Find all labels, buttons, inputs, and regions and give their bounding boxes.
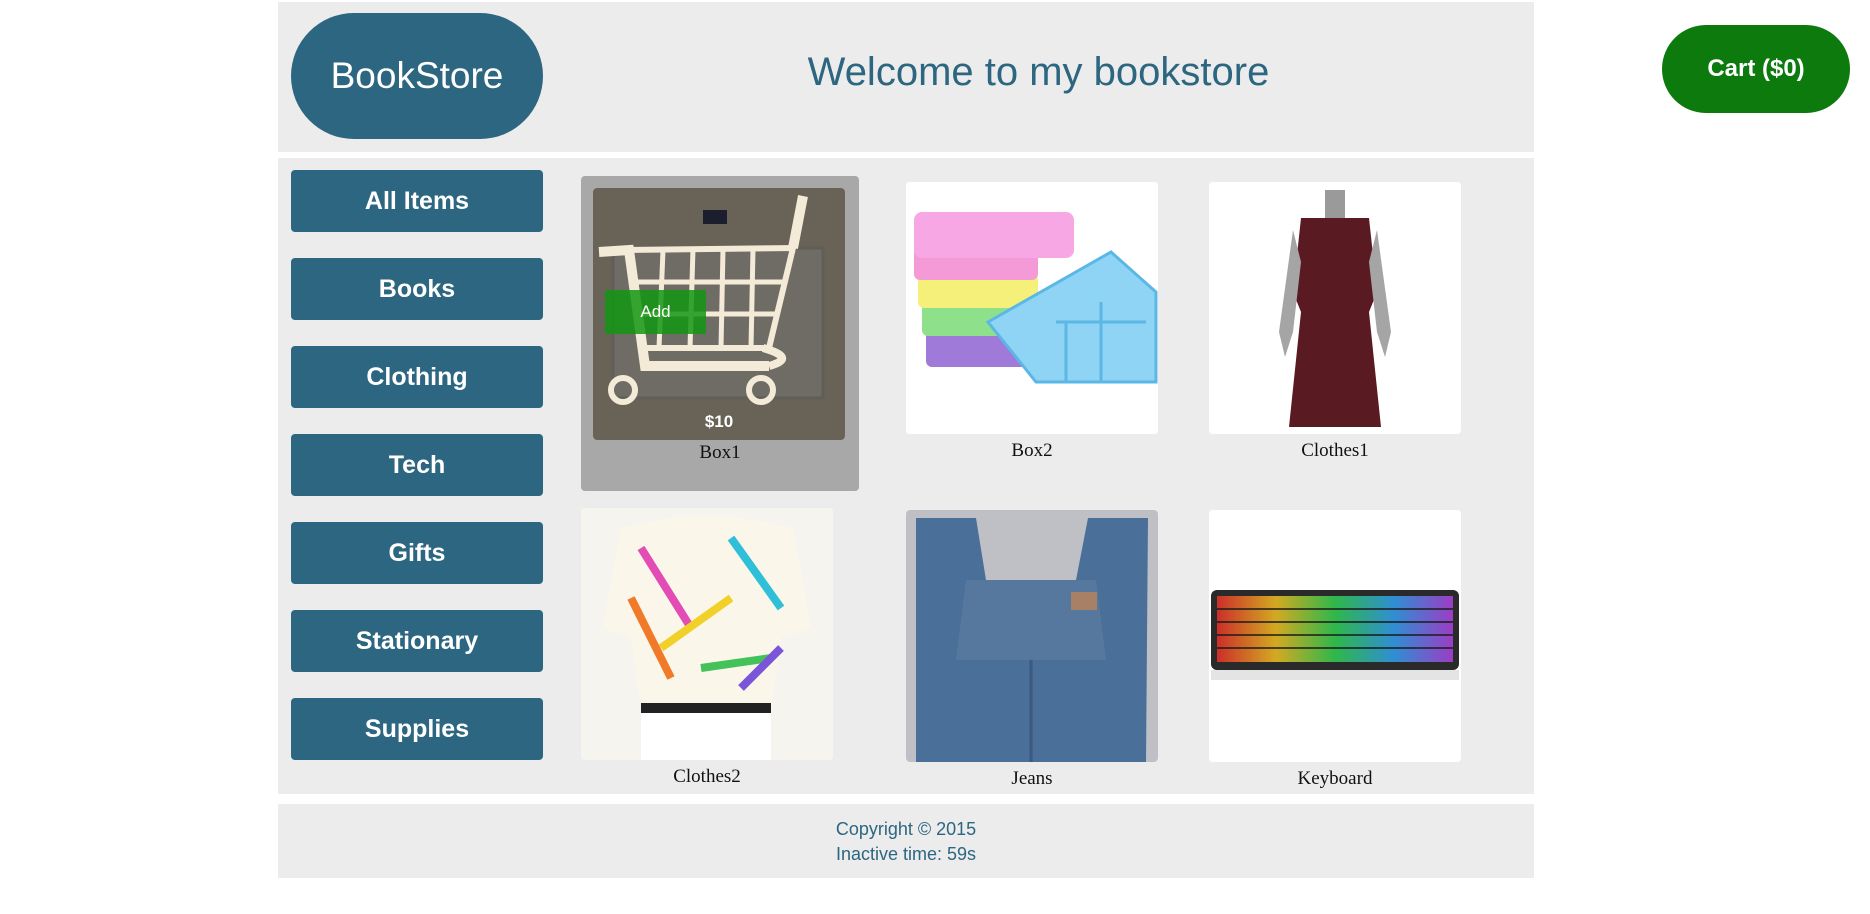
category-button-gifts[interactable]: Gifts (291, 522, 543, 584)
product-name: Clothes1 (1301, 440, 1369, 461)
product-name: Box2 (1011, 440, 1053, 461)
inactive-time-text: Inactive time: 59s (835, 844, 977, 864)
product-card-jeans[interactable]: Jeans (906, 510, 1158, 790)
logo[interactable]: BookStore (291, 13, 543, 139)
category-button-clothing[interactable]: Clothing (291, 346, 543, 408)
product-price: $10 (704, 412, 734, 431)
product-image-box1: Add $10 (593, 188, 845, 440)
product-image-clothes1 (1209, 182, 1461, 434)
box-image (906, 182, 1158, 434)
header: BookStore Welcome to my bookstore (278, 2, 1534, 152)
copyright-text: Copyright © 2015 (835, 819, 977, 839)
dress-image (1209, 182, 1461, 434)
product-name: Box1 (699, 442, 741, 463)
category-button-supplies[interactable]: Supplies (291, 698, 543, 760)
footer: Copyright © 2015 Inactive time: 59s (278, 804, 1534, 878)
product-card-box2[interactable]: Box2 (906, 182, 1158, 462)
product-image-box2 (906, 182, 1158, 434)
jeans-image (906, 510, 1158, 762)
product-overlay: Add $10 (593, 188, 845, 440)
product-image-keyboard (1209, 510, 1461, 762)
product-image-jeans (906, 510, 1158, 762)
keyboard-image (1209, 510, 1461, 762)
cart-button[interactable]: Cart ($0) (1662, 25, 1850, 113)
product-card-box1[interactable]: Add $10 Box1 (581, 176, 859, 491)
category-button-tech[interactable]: Tech (291, 434, 543, 496)
product-card-keyboard[interactable]: Keyboard (1209, 510, 1461, 790)
product-card-clothes1[interactable]: Clothes1 (1209, 182, 1461, 462)
product-name: Clothes2 (673, 766, 741, 787)
product-name: Keyboard (1297, 768, 1373, 789)
main-content: All Items Books Clothing Tech Gifts Stat… (278, 158, 1534, 794)
page-title: Welcome to my bookstore (807, 50, 1270, 94)
category-button-all-items[interactable]: All Items (291, 170, 543, 232)
category-button-stationary[interactable]: Stationary (291, 610, 543, 672)
product-card-clothes2[interactable]: Clothes2 (581, 508, 833, 788)
category-button-books[interactable]: Books (291, 258, 543, 320)
product-image-clothes2 (581, 508, 833, 760)
shirt-image (581, 508, 833, 760)
add-to-cart-button[interactable]: Add (605, 290, 706, 334)
product-name: Jeans (1011, 768, 1053, 789)
